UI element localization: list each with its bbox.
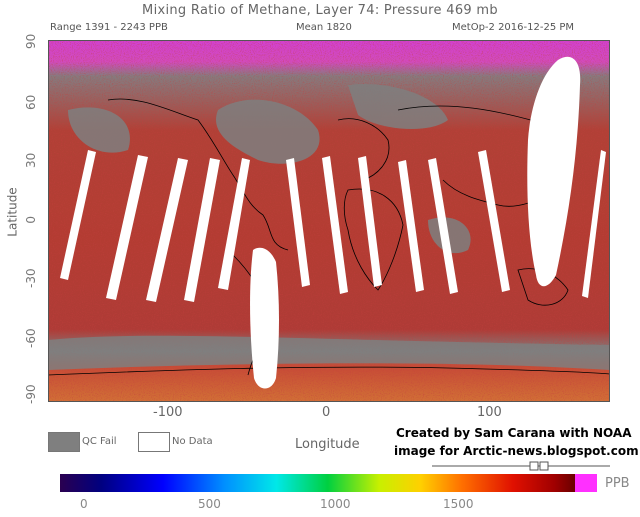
y-tick-m90: -90 [24,384,38,404]
colorbar-tick-1000: 1000 [320,497,351,511]
x-tick-0: 0 [322,405,331,420]
y-tick-m60: -60 [24,328,38,348]
mean-label: Mean 1820 [296,22,352,33]
colorbar-gradient [60,474,575,492]
qc-fail-label: QC Fail [82,436,117,447]
x-tick-100: 100 [477,405,502,420]
credit-line-1: Created by Sam Carana with NOAA [396,426,632,440]
y-axis-title: Latitude [5,187,20,237]
source-label: MetOp-2 2016-12-25 PM [452,22,575,33]
methane-map [48,40,610,402]
x-tick-m100: -100 [153,405,183,420]
x-axis-title: Longitude [295,437,360,452]
y-tick-30: 30 [24,152,38,168]
slider-handle-left[interactable] [529,461,539,471]
colorbar-overflow [575,474,597,492]
page-title: Mixing Ratio of Methane, Layer 74: Press… [142,3,498,18]
range-label: Range 1391 - 2243 PPB [50,22,168,33]
credit-line-2: image for Arctic-news.blogspot.com [394,444,639,458]
colorbar-tick-1500: 1500 [443,497,474,511]
no-data-label: No Data [172,436,213,447]
y-tick-m30: -30 [24,268,38,288]
qc-fail-swatch [48,432,80,452]
slider-handle-right[interactable] [539,461,549,471]
colorbar-unit: PPB [605,476,630,491]
y-tick-90: 90 [24,33,38,49]
scroll-slider[interactable] [432,460,612,472]
colorbar-tick-0: 0 [80,497,88,511]
y-tick-60: 60 [24,94,38,110]
colorbar [60,474,597,492]
y-tick-0: 0 [24,216,38,224]
colorbar-tick-500: 500 [198,497,221,511]
no-data-swatch [138,432,170,452]
